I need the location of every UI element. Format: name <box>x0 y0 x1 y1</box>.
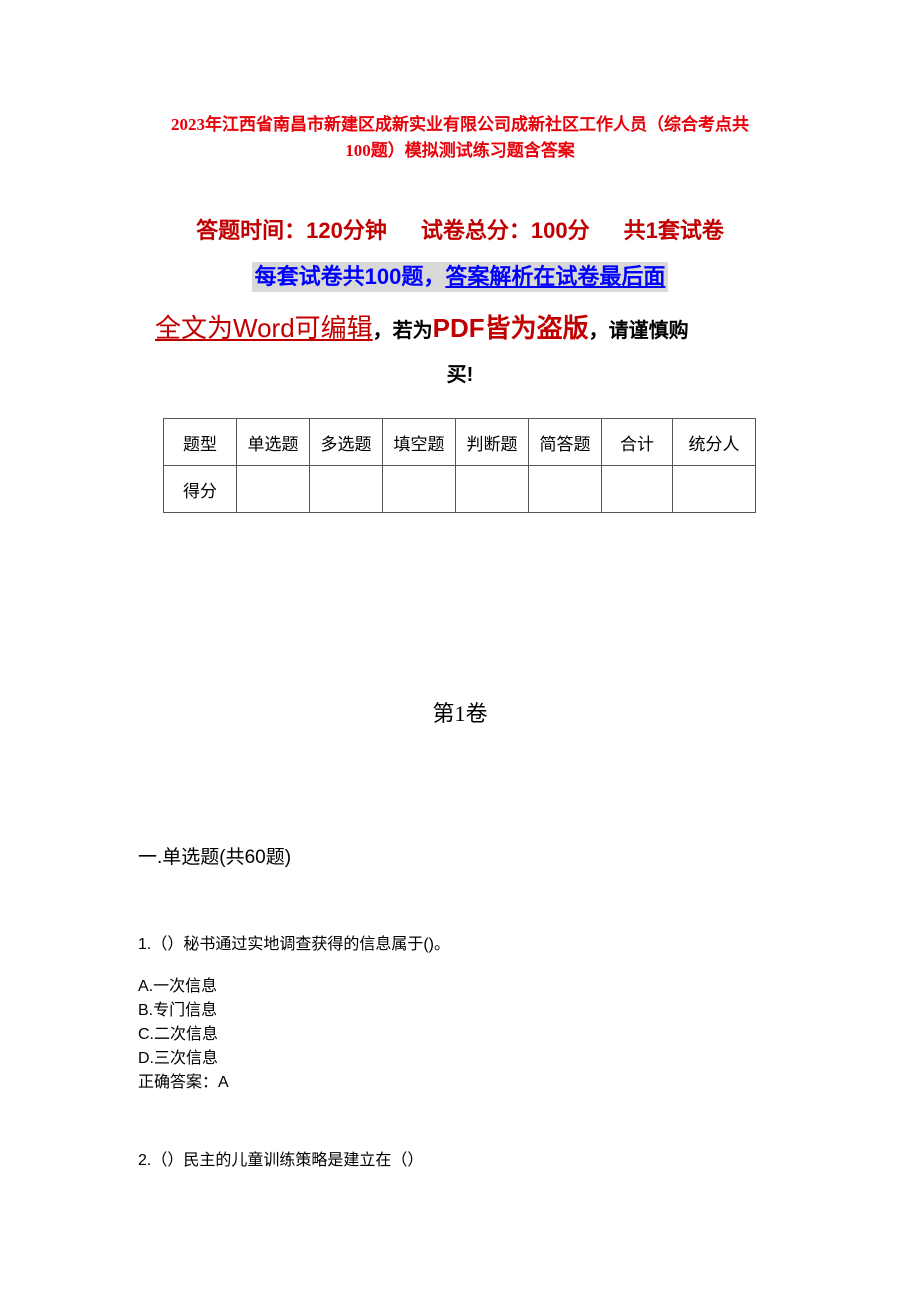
header-cell: 填空题 <box>382 418 456 466</box>
header-cell: 合计 <box>601 418 673 466</box>
option-c: C.二次信息 <box>138 1026 219 1043</box>
option-a: A.一次信息 <box>138 978 218 995</box>
header-cell: 统分人 <box>672 418 756 466</box>
exam-set-count: 共1套试卷 <box>623 218 724 243</box>
header-cell: 判断题 <box>455 418 529 466</box>
score-table-score-row: 得分 <box>163 465 756 513</box>
warning-text-1: ，若为 <box>372 320 433 342</box>
copyright-warning: 全文为Word可编辑，若为PDF皆为盗版，请谨慎购 <box>155 308 775 351</box>
header-cell: 简答题 <box>528 418 602 466</box>
notice: 每套试卷共100题，答案解析在试卷最后面 <box>0 262 920 292</box>
document-title: 2023年江西省南昌市新建区成新实业有限公司成新社区工作人员（综合考点共 100… <box>120 112 800 164</box>
score-cell <box>455 465 529 513</box>
score-row-label: 得分 <box>163 465 237 513</box>
question-2-text: 2.（）民主的儿童训练策略是建立在（） <box>138 1152 424 1169</box>
score-cell <box>236 465 310 513</box>
part-title: 一.单选题(共60题) <box>138 847 292 868</box>
notice-highlight: 每套试卷共100题，答案解析在试卷最后面 <box>251 262 669 292</box>
header-cell: 多选题 <box>309 418 383 466</box>
option-b: B.专门信息 <box>138 1002 218 1019</box>
document-title-line-2: 100题）模拟测试练习题含答案 <box>345 141 575 160</box>
score-cell <box>672 465 756 513</box>
exam-meta: 答题时间：120分钟 试卷总分：100分 共1套试卷 <box>0 213 920 245</box>
score-table: 题型 单选题 多选题 填空题 判断题 简答题 合计 统分人 得分 <box>163 418 756 513</box>
exam-total-score: 试卷总分：100分 <box>420 218 590 243</box>
warning-editable-text: 全文为Word可编辑 <box>155 313 373 343</box>
score-cell <box>528 465 602 513</box>
notice-part-2: 答案解析在试卷最后面 <box>445 264 666 289</box>
section-title: 第1卷 <box>432 701 488 726</box>
option-d: D.三次信息 <box>138 1050 219 1067</box>
warning-line-2: 买! <box>446 364 474 386</box>
question-1-options: A.一次信息 B.专门信息 C.二次信息 D.三次信息 正确答案：A <box>138 975 229 1095</box>
question-1-text: 1.（）秘书通过实地调查获得的信息属于()。 <box>138 936 451 953</box>
document-title-line-1: 2023年江西省南昌市新建区成新实业有限公司成新社区工作人员（综合考点共 <box>171 115 749 134</box>
header-cell: 题型 <box>163 418 237 466</box>
warning-pdf-text: PDF皆为盗版 <box>432 313 589 343</box>
score-cell <box>601 465 673 513</box>
score-cell <box>309 465 383 513</box>
score-cell <box>382 465 456 513</box>
correct-answer: 正确答案：A <box>138 1074 229 1091</box>
warning-text-2: ，请谨慎购 <box>588 320 689 342</box>
score-table-header-row: 题型 单选题 多选题 填空题 判断题 简答题 合计 统分人 <box>163 418 756 466</box>
notice-part-1: 每套试卷共100题， <box>254 264 446 289</box>
header-cell: 单选题 <box>236 418 310 466</box>
exam-time: 答题时间：120分钟 <box>196 218 387 243</box>
